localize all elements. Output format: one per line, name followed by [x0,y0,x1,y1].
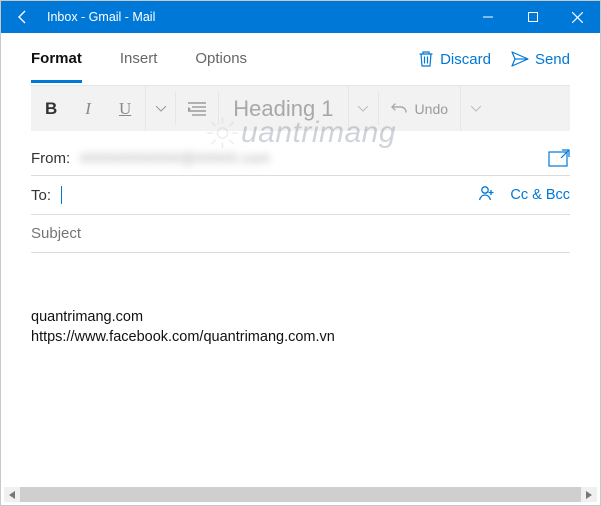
heading-dropdown[interactable] [348,86,378,131]
titlebar: Inbox - Gmail - Mail [1,1,600,33]
to-right: Cc & Bcc [478,184,570,206]
from-row[interactable]: From: ############@#####.com [31,141,570,176]
heading-selector[interactable]: Heading 1 [219,86,347,131]
from-value: ############@#####.com [80,150,548,167]
bold-button[interactable]: B [31,86,71,131]
scroll-right-button[interactable] [581,487,597,502]
send-icon [511,51,529,67]
italic-button[interactable]: I [71,86,105,131]
to-row[interactable]: To: Cc & Bcc [31,176,570,215]
chevron-down-icon [471,106,481,112]
tab-format[interactable]: Format [31,36,82,83]
scroll-left-button[interactable] [4,487,20,502]
trash-icon [418,50,434,68]
chevron-down-icon [358,106,368,112]
cc-bcc-button[interactable]: Cc & Bcc [510,187,570,203]
align-button[interactable] [176,86,218,131]
scrollbar-thumb[interactable] [20,487,581,502]
body-line-1: quantrimang.com [31,308,570,328]
close-icon [572,12,583,23]
send-button[interactable]: Send [511,51,570,68]
contacts-button[interactable] [478,184,496,206]
undo-label: Undo [415,101,448,117]
ribbon-row: Format Insert Options Discard Send [1,33,600,85]
popout-button[interactable] [548,149,570,167]
tab-options[interactable]: Options [195,36,247,83]
to-label: To: [31,187,51,204]
back-button[interactable] [1,9,45,25]
underline-button[interactable]: U [105,86,145,131]
popout-icon [548,149,570,167]
heading-label: Heading 1 [233,96,333,122]
right-actions: Discard Send [418,50,570,68]
arrow-left-icon [15,9,31,25]
tab-insert[interactable]: Insert [120,36,158,83]
format-toolbar: B I U Heading 1 Undo [31,85,570,131]
triangle-left-icon [9,491,15,499]
align-icon [188,102,206,116]
subject-row[interactable] [31,215,570,253]
ribbon-tabs: Format Insert Options [31,36,247,83]
triangle-right-icon [586,491,592,499]
maximize-button[interactable] [510,1,555,33]
minimize-icon [483,12,493,22]
undo-icon [391,102,407,116]
undo-button[interactable]: Undo [379,86,460,131]
font-style-dropdown[interactable] [145,86,175,131]
close-button[interactable] [555,1,600,33]
discard-label: Discard [440,51,491,68]
to-input[interactable] [62,185,478,206]
subject-input[interactable] [31,223,570,244]
body-line-2: https://www.facebook.com/quantrimang.com… [31,328,570,348]
scrollbar-track[interactable] [20,487,581,502]
undo-dropdown[interactable] [460,86,490,131]
window-title: Inbox - Gmail - Mail [45,10,465,24]
maximize-icon [528,12,538,22]
send-label: Send [535,51,570,68]
window-buttons [465,1,600,33]
message-body[interactable]: quantrimang.com https://www.facebook.com… [1,253,600,347]
discard-button[interactable]: Discard [418,50,491,68]
compose-fields: From: ############@#####.com To: Cc & Bc… [1,131,600,253]
person-icon [478,184,496,202]
from-label: From: [31,150,70,167]
minimize-button[interactable] [465,1,510,33]
horizontal-scrollbar[interactable] [4,487,597,502]
chevron-down-icon [156,106,166,112]
